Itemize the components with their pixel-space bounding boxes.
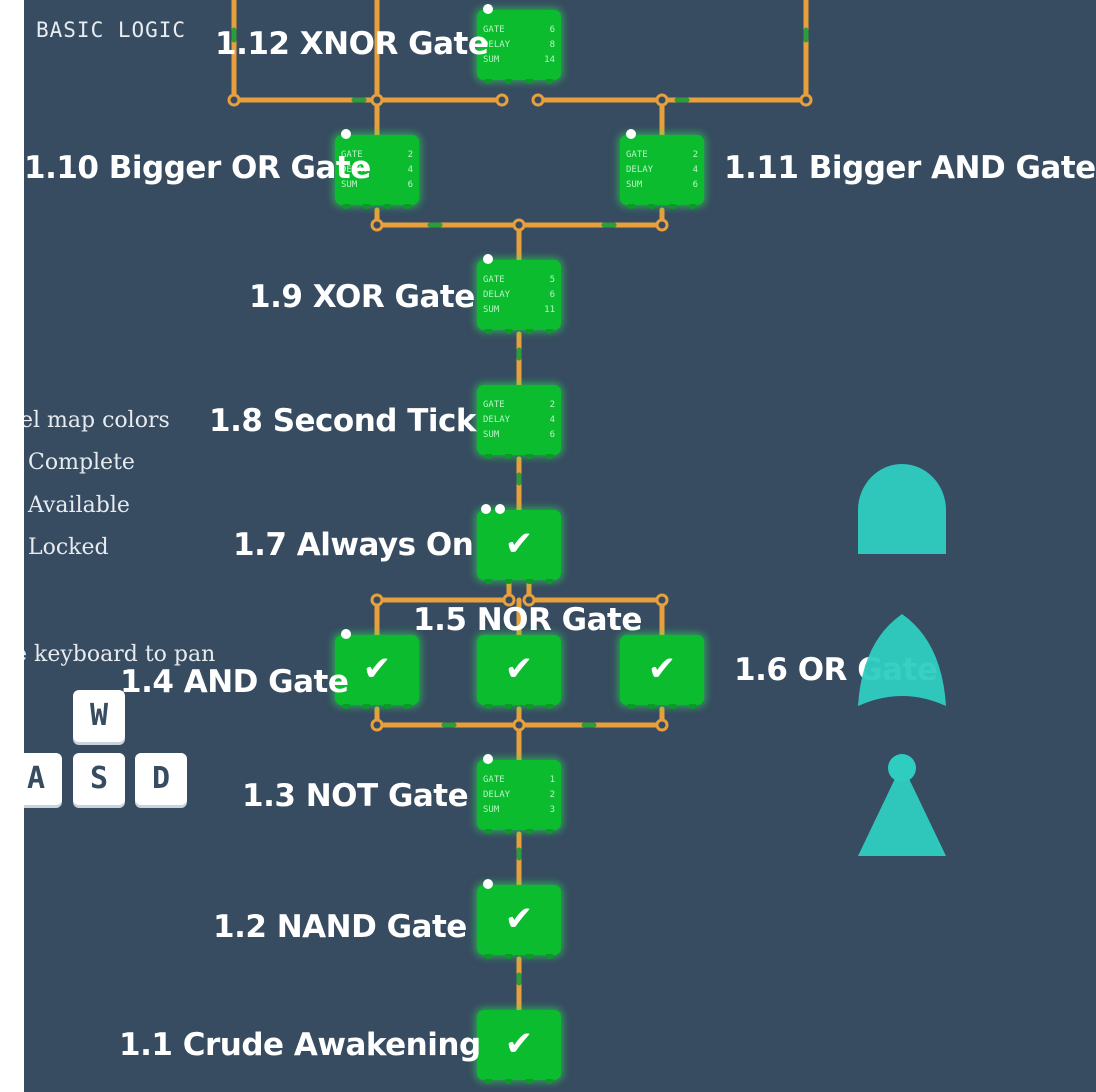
- gate-count: 6: [549, 25, 555, 35]
- level-node-1-9[interactable]: GATE 5 DELAY 6 SUM 11: [477, 254, 561, 334]
- check-icon: ✔: [504, 524, 534, 564]
- key-w[interactable]: W: [73, 690, 125, 742]
- level-label-1-2[interactable]: 1.2 NAND Gate: [213, 909, 467, 945]
- sum-count: 6: [692, 180, 698, 190]
- sum-count: 3: [549, 805, 555, 815]
- level-node-1-12[interactable]: GATE 6 DELAY 8 SUM 14: [477, 4, 561, 84]
- gate-count: 2: [407, 150, 413, 160]
- gate-count: 1: [549, 775, 555, 785]
- level-label-1-11[interactable]: 1.11 Bigger AND Gate: [724, 150, 1096, 186]
- level-stats: GATE 5 DELAY 6 SUM 11: [483, 273, 555, 318]
- check-icon: ✔: [504, 649, 534, 689]
- level-node-1-1[interactable]: ✔: [477, 1010, 561, 1084]
- input-pin: [483, 754, 493, 764]
- input-pin: [483, 879, 493, 889]
- level-label-1-3[interactable]: 1.3 NOT Gate: [242, 778, 469, 814]
- level-label-1-8[interactable]: 1.8 Second Tick: [209, 403, 477, 439]
- level-node-1-11[interactable]: GATE 2 DELAY 4 SUM 6: [620, 129, 704, 209]
- input-pin: [626, 129, 636, 139]
- input-pin: [483, 254, 493, 264]
- delay-count: 4: [549, 415, 555, 425]
- level-stats: GATE 2 DELAY 4 SUM 6: [483, 398, 555, 443]
- check-icon: ✔: [647, 649, 677, 689]
- level-map[interactable]: BASIC LOGIC GATE 6 DELAY 8 SUM 14 1.12 XNOR…: [24, 0, 1096, 1092]
- delay-count: 4: [407, 165, 413, 175]
- keyboard-pan-hint: e keyboard to pan: [24, 642, 216, 667]
- gate-count: 2: [692, 150, 698, 160]
- level-stats: GATE 1 DELAY 2 SUM 3: [483, 773, 555, 818]
- delay-count: 4: [692, 165, 698, 175]
- check-icon: ✔: [504, 899, 534, 939]
- input-pin: [483, 4, 493, 14]
- level-stats: GATE 2 DELAY 4 SUM 6: [626, 148, 698, 193]
- gate-count: 5: [549, 275, 555, 285]
- level-node-1-8[interactable]: GATE 2 DELAY 4 SUM 6: [477, 385, 561, 459]
- legend-title: el map colors: [24, 408, 170, 433]
- not-gate-shape-icon: [858, 754, 946, 856]
- level-label-1-7[interactable]: 1.7 Always On: [233, 527, 474, 563]
- or-gate-shape-icon: [858, 614, 946, 706]
- key-s[interactable]: S: [73, 753, 125, 805]
- delay-count: 8: [549, 40, 555, 50]
- check-icon: ✔: [504, 1024, 534, 1064]
- input-pin: [495, 504, 505, 514]
- input-pin: [341, 129, 351, 139]
- sum-count: 14: [544, 55, 555, 65]
- sum-count: 6: [549, 430, 555, 440]
- key-d[interactable]: D: [135, 753, 187, 805]
- level-label-1-5[interactable]: 1.5 NOR Gate: [413, 602, 642, 638]
- legend-available: Available: [28, 493, 130, 518]
- legend-complete: Complete: [28, 450, 135, 475]
- level-label-1-12[interactable]: 1.12 XNOR Gate: [215, 26, 489, 62]
- gate-count: 2: [549, 400, 555, 410]
- and-gate-shape-icon: [858, 464, 946, 554]
- section-title: BASIC LOGIC: [36, 18, 187, 42]
- sum-count: 11: [544, 305, 555, 315]
- level-label-1-10[interactable]: 1.10 Bigger OR Gate: [24, 150, 371, 186]
- key-a[interactable]: A: [24, 753, 62, 805]
- legend-locked: Locked: [28, 535, 109, 560]
- level-label-1-1[interactable]: 1.1 Crude Awakening: [119, 1027, 481, 1063]
- input-pin: [481, 504, 491, 514]
- level-node-1-6[interactable]: ✔: [620, 635, 704, 709]
- level-node-1-2[interactable]: ✔: [477, 879, 561, 959]
- level-label-1-4[interactable]: 1.4 AND Gate: [120, 664, 349, 700]
- level-node-1-5[interactable]: ✔: [477, 635, 561, 709]
- delay-count: 2: [549, 790, 555, 800]
- level-node-1-3[interactable]: GATE 1 DELAY 2 SUM 3: [477, 754, 561, 834]
- delay-count: 6: [549, 290, 555, 300]
- sum-count: 6: [407, 180, 413, 190]
- level-label-1-9[interactable]: 1.9 XOR Gate: [249, 279, 475, 315]
- level-stats: GATE 6 DELAY 8 SUM 14: [483, 23, 555, 68]
- level-node-1-7[interactable]: ✔: [477, 504, 561, 584]
- input-pin: [341, 629, 351, 639]
